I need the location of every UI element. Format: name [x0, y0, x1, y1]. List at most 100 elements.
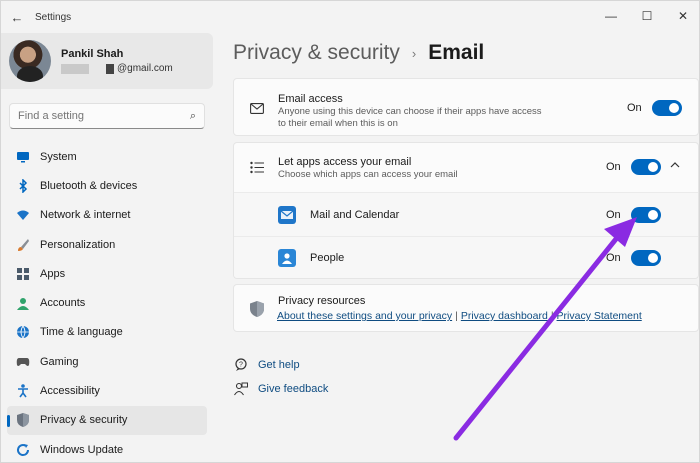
- avatar: [9, 40, 51, 82]
- let-apps-title: Let apps access your email: [278, 156, 412, 168]
- user-profile[interactable]: Pankil Shah @gmail.com: [1, 33, 213, 89]
- let-apps-row[interactable]: Let apps access your email Choose which …: [234, 143, 698, 192]
- app-label: People: [310, 252, 345, 264]
- give-feedback-link[interactable]: Give feedback: [233, 381, 328, 397]
- email-access-description: Anyone using this device can choose if t…: [278, 106, 542, 129]
- let-apps-toggle[interactable]: [631, 159, 661, 175]
- sidebar-item-label: Accounts: [40, 297, 86, 310]
- brush-icon: [15, 237, 31, 253]
- sidebar: Pankil Shah @gmail.com ⌕ System: [1, 33, 216, 463]
- main-content: Privacy & security › Email Email access …: [233, 33, 700, 463]
- shield-icon: [15, 412, 31, 428]
- breadcrumb-parent[interactable]: Privacy & security: [233, 41, 400, 65]
- window-controls: — ☐ ✕: [593, 1, 700, 31]
- get-help-label: Get help: [258, 359, 300, 371]
- chevron-up-icon[interactable]: [670, 160, 680, 171]
- sidebar-item-system[interactable]: System: [7, 142, 207, 171]
- app-row-mail-calendar: Mail and Calendar On: [234, 192, 698, 236]
- back-button[interactable]: ←: [3, 3, 31, 31]
- feedback-icon: [233, 381, 249, 397]
- sidebar-item-accessibility[interactable]: Accessibility: [7, 376, 207, 405]
- sidebar-item-label: Gaming: [40, 355, 79, 368]
- wifi-icon: [15, 207, 31, 223]
- email-access-toggle[interactable]: [652, 100, 682, 116]
- search-box: ⌕: [9, 103, 205, 129]
- redacted-block: [61, 63, 89, 74]
- let-apps-description: Choose which apps can access your email: [278, 169, 458, 180]
- svg-text:?: ?: [239, 362, 243, 369]
- sidebar-item-bluetooth[interactable]: Bluetooth & devices: [7, 171, 207, 200]
- let-apps-card: Let apps access your email Choose which …: [233, 142, 699, 279]
- breadcrumb: Privacy & security › Email: [233, 41, 484, 65]
- email-access-title: Email access: [278, 93, 343, 105]
- email-domain: @gmail.com: [117, 63, 173, 74]
- sidebar-item-label: Windows Update: [40, 443, 124, 456]
- email-access-card: Email access Anyone using this device ca…: [233, 78, 699, 136]
- back-arrow-icon: ←: [10, 9, 24, 25]
- app-row-people: People On: [234, 236, 698, 278]
- list-icon: [248, 158, 266, 176]
- privacy-statement-link[interactable]: Privacy Statement: [557, 310, 642, 322]
- apps-icon: [15, 266, 31, 282]
- privacy-links: About these settings and your privacy | …: [277, 310, 642, 322]
- sidebar-item-gaming[interactable]: Gaming: [7, 347, 207, 376]
- people-icon: [278, 249, 296, 267]
- sidebar-item-windows-update[interactable]: Windows Update: [7, 435, 207, 463]
- title-bar: ← Settings — ☐ ✕: [1, 1, 700, 33]
- page-title: Email: [428, 41, 485, 64]
- give-feedback-label: Give feedback: [258, 383, 329, 395]
- mail-calendar-icon: [278, 206, 296, 224]
- shield-icon: [248, 300, 266, 318]
- sidebar-item-label: Accessibility: [40, 385, 100, 398]
- sidebar-item-label: Bluetooth & devices: [40, 179, 138, 192]
- sidebar-item-label: Personalization: [40, 238, 116, 251]
- sidebar-item-apps[interactable]: Apps: [7, 259, 207, 288]
- minimize-button[interactable]: —: [593, 1, 629, 31]
- settings-window: ← Settings — ☐ ✕ Pankil Shah @gmail.com …: [0, 0, 700, 463]
- search-input[interactable]: [10, 104, 180, 128]
- sidebar-item-network[interactable]: Network & internet: [7, 201, 207, 230]
- close-button[interactable]: ✕: [665, 1, 700, 31]
- sidebar-item-privacy-security[interactable]: Privacy & security: [7, 405, 207, 435]
- app-state: On: [606, 252, 621, 264]
- sidebar-item-label: Network & internet: [40, 209, 131, 222]
- help-chat-icon: ?: [233, 357, 249, 373]
- app-label: Mail and Calendar: [310, 209, 400, 221]
- sidebar-item-label: Time & language: [40, 326, 123, 339]
- about-privacy-link[interactable]: About these settings and your privacy: [277, 310, 452, 322]
- link-separator: |: [550, 310, 554, 322]
- privacy-resources-title: Privacy resources: [278, 295, 366, 307]
- profile-email: @gmail.com: [61, 63, 173, 74]
- bluetooth-icon: [15, 178, 31, 194]
- breadcrumb-separator: ›: [411, 45, 417, 61]
- link-separator: |: [455, 310, 458, 322]
- privacy-dashboard-link[interactable]: Privacy dashboard: [461, 310, 548, 322]
- update-icon: [15, 442, 31, 458]
- mail-calendar-toggle[interactable]: [631, 207, 661, 223]
- accessibility-icon: [15, 383, 31, 399]
- sidebar-item-label: Apps: [40, 267, 66, 280]
- app-title: Settings: [35, 11, 72, 23]
- maximize-button[interactable]: ☐: [629, 1, 665, 31]
- profile-name: Pankil Shah: [61, 48, 124, 60]
- sidebar-item-time-language[interactable]: Time & language: [7, 318, 207, 347]
- people-toggle[interactable]: [631, 250, 661, 266]
- let-apps-state: On: [606, 161, 621, 173]
- gamepad-icon: [15, 354, 31, 370]
- sidebar-item-label: System: [40, 150, 77, 163]
- sidebar-item-accounts[interactable]: Accounts: [7, 288, 207, 317]
- redacted-block: [106, 63, 114, 74]
- email-access-row: Email access Anyone using this device ca…: [234, 79, 698, 137]
- sidebar-item-personalization[interactable]: Personalization: [7, 230, 207, 259]
- app-state: On: [606, 209, 621, 221]
- email-access-state: On: [627, 102, 642, 114]
- search-icon[interactable]: ⌕: [190, 110, 196, 123]
- get-help-link[interactable]: ? Get help: [233, 357, 300, 373]
- globe-icon: [15, 324, 31, 340]
- person-icon: [15, 295, 31, 311]
- sidebar-nav: System Bluetooth & devices Network & int…: [7, 142, 207, 463]
- sidebar-item-label: Privacy & security: [40, 414, 128, 427]
- envelope-icon: [248, 99, 266, 117]
- monitor-icon: [15, 149, 31, 165]
- privacy-resources-card: Privacy resources: [233, 284, 699, 332]
